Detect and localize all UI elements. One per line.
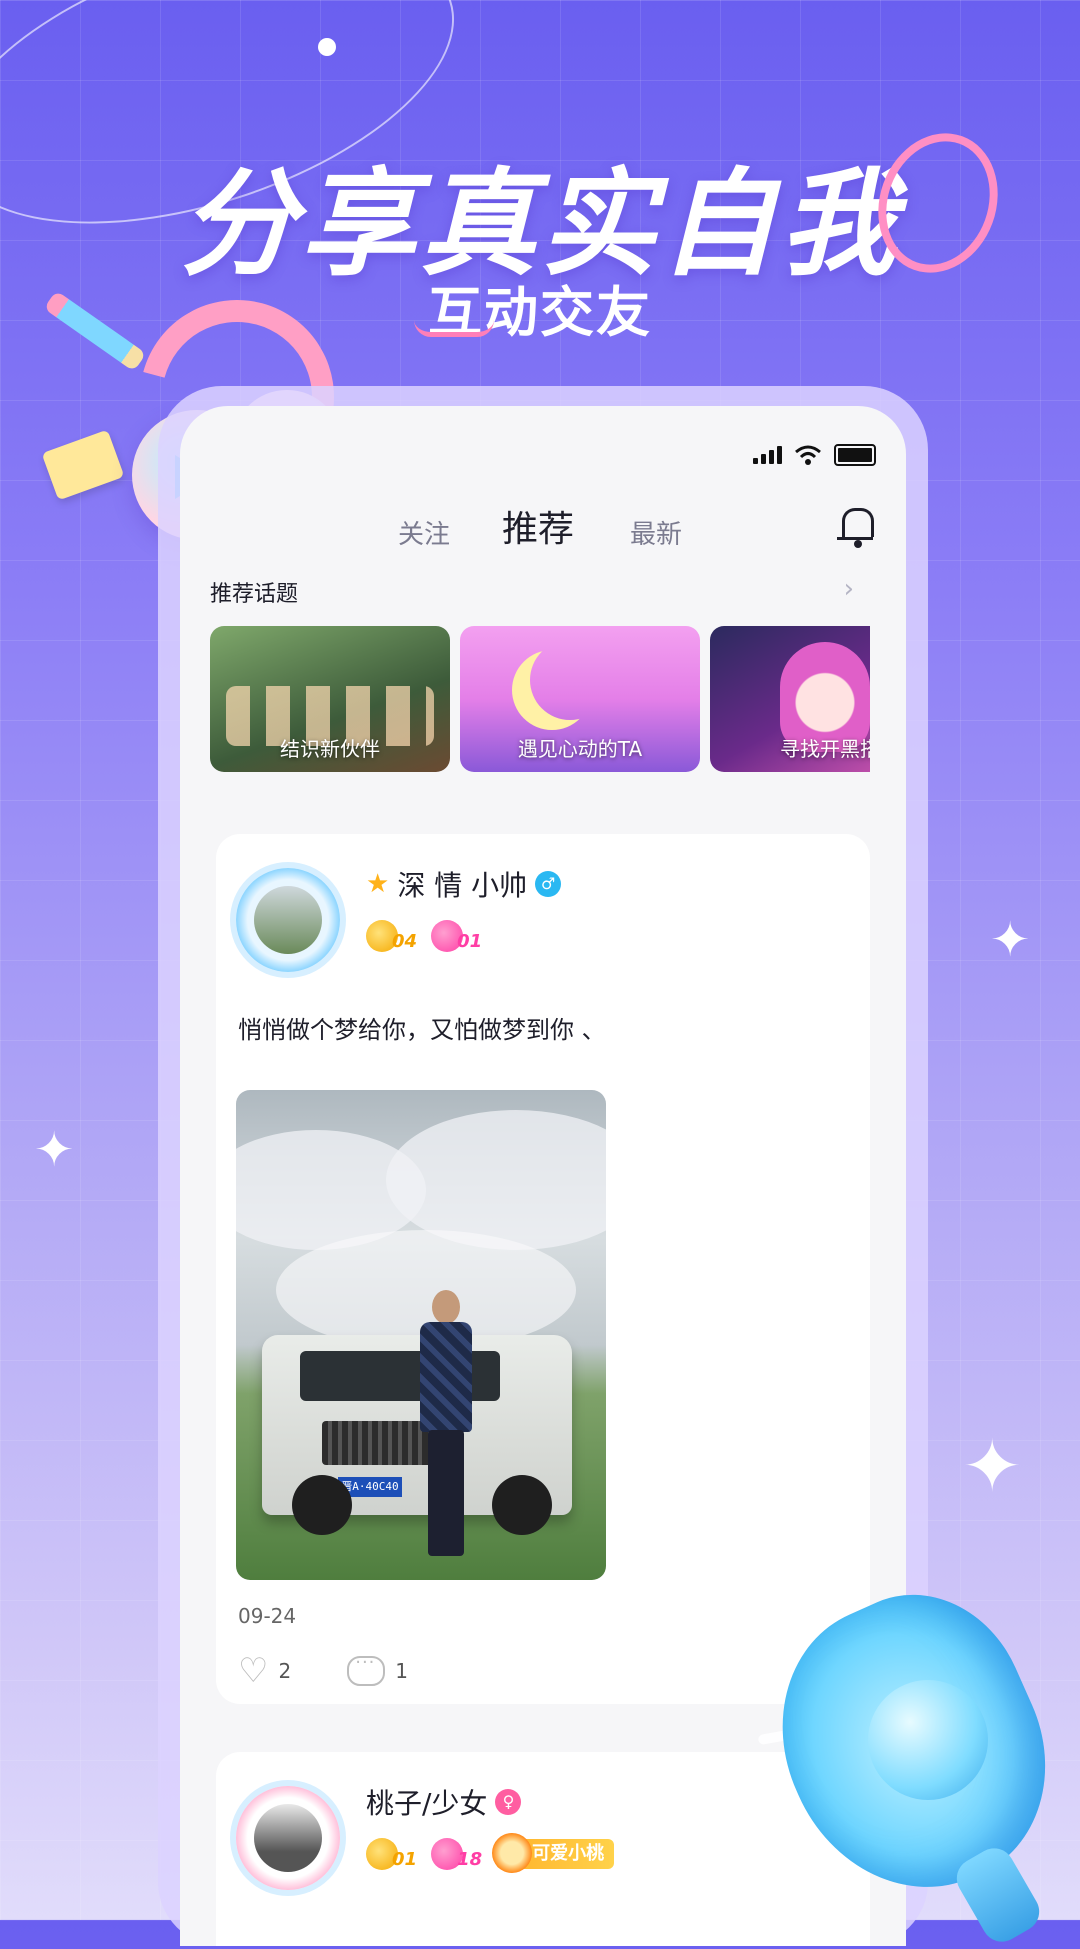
username-text: 桃子/少女 bbox=[366, 1787, 488, 1820]
topic-label: 寻找开黑搭 bbox=[780, 737, 870, 761]
sparkle-icon: ✦ bbox=[990, 912, 1031, 968]
topic-label: 结识新伙伴 bbox=[280, 737, 380, 761]
post-author[interactable]: 桃子/少女 ♀ bbox=[366, 1782, 522, 1822]
avatar-photo bbox=[254, 1804, 322, 1872]
comment-icon bbox=[347, 1652, 386, 1686]
level-badge-pink: 18 bbox=[431, 1838, 482, 1870]
level-badge-pink: 01 bbox=[431, 920, 482, 952]
like-count: 2 bbox=[278, 1659, 292, 1683]
post-date: 09-24 bbox=[238, 1604, 297, 1628]
person-illustration bbox=[416, 1290, 476, 1560]
tab-latest[interactable]: 最新 bbox=[630, 514, 682, 551]
topic-label: 遇见心动的TA bbox=[517, 737, 643, 761]
tab-recommended[interactable]: 推荐 bbox=[502, 500, 574, 552]
tab-following[interactable]: 关注 bbox=[398, 514, 450, 551]
male-icon: ♂ bbox=[535, 871, 562, 897]
user-tag-badge: 可爱小桃 bbox=[492, 1833, 615, 1873]
decorative-underline bbox=[414, 320, 494, 337]
megaphone-icon bbox=[739, 1560, 1080, 1949]
heart-icon: ♡ bbox=[238, 1651, 269, 1691]
avatar-photo bbox=[254, 886, 322, 954]
bell-icon[interactable] bbox=[837, 508, 874, 540]
post-text: 悄悄做个梦给你，又怕做梦到你 、 bbox=[238, 1016, 606, 1044]
sparkle-icon: ✦ bbox=[962, 1424, 1023, 1508]
level-badge-gold: 04 bbox=[366, 920, 417, 952]
like-button[interactable]: ♡ 2 bbox=[238, 1654, 291, 1688]
comment-count: 1 bbox=[395, 1659, 408, 1683]
moon-illustration bbox=[530, 640, 610, 720]
decorative-dot bbox=[318, 38, 336, 56]
badge-number: 04 bbox=[392, 931, 418, 952]
topic-carousel: 结识新伙伴 遇见心动的TA 寻找开黑搭 bbox=[210, 626, 870, 772]
signal-icon bbox=[753, 446, 782, 464]
badge-number: 01 bbox=[457, 931, 483, 952]
post-author[interactable]: ★ 深 情 小帅 ♂ bbox=[366, 864, 562, 904]
topic-card[interactable]: 寻找开黑搭 bbox=[710, 626, 870, 772]
topic-card[interactable]: 遇见心动的TA bbox=[460, 626, 700, 772]
sparkle-icon: ✦ bbox=[34, 1122, 75, 1178]
topic-card[interactable]: 结识新伙伴 bbox=[210, 626, 450, 772]
avatar[interactable] bbox=[236, 868, 340, 972]
female-icon: ♀ bbox=[495, 1789, 522, 1815]
bell-clapper bbox=[854, 540, 862, 548]
comment-button[interactable]: 1 bbox=[347, 1652, 408, 1686]
feed-tabs: 关注 推荐 最新 bbox=[180, 494, 906, 564]
username-text: 深 情 小帅 bbox=[397, 869, 528, 902]
section-title-topics: 推荐话题 bbox=[210, 582, 299, 607]
badge-number: 18 bbox=[457, 1849, 483, 1870]
notepad-icon bbox=[41, 429, 125, 501]
level-badge-gold: 01 bbox=[366, 1838, 417, 1870]
chevron-right-icon[interactable]: › bbox=[844, 574, 854, 604]
post-photo[interactable]: 晋A·40C40 bbox=[236, 1090, 606, 1580]
user-badges: 04 01 bbox=[366, 920, 482, 952]
user-badges: 01 18 可爱小桃 bbox=[366, 1833, 615, 1873]
wifi-icon bbox=[795, 445, 821, 465]
status-bar bbox=[753, 444, 876, 466]
shooting-star-icon: ★ bbox=[366, 869, 390, 899]
post-actions: ♡ 2 1 bbox=[238, 1652, 408, 1688]
battery-icon bbox=[834, 444, 876, 466]
avatar[interactable] bbox=[236, 1786, 340, 1890]
badge-number: 01 bbox=[392, 1849, 418, 1870]
